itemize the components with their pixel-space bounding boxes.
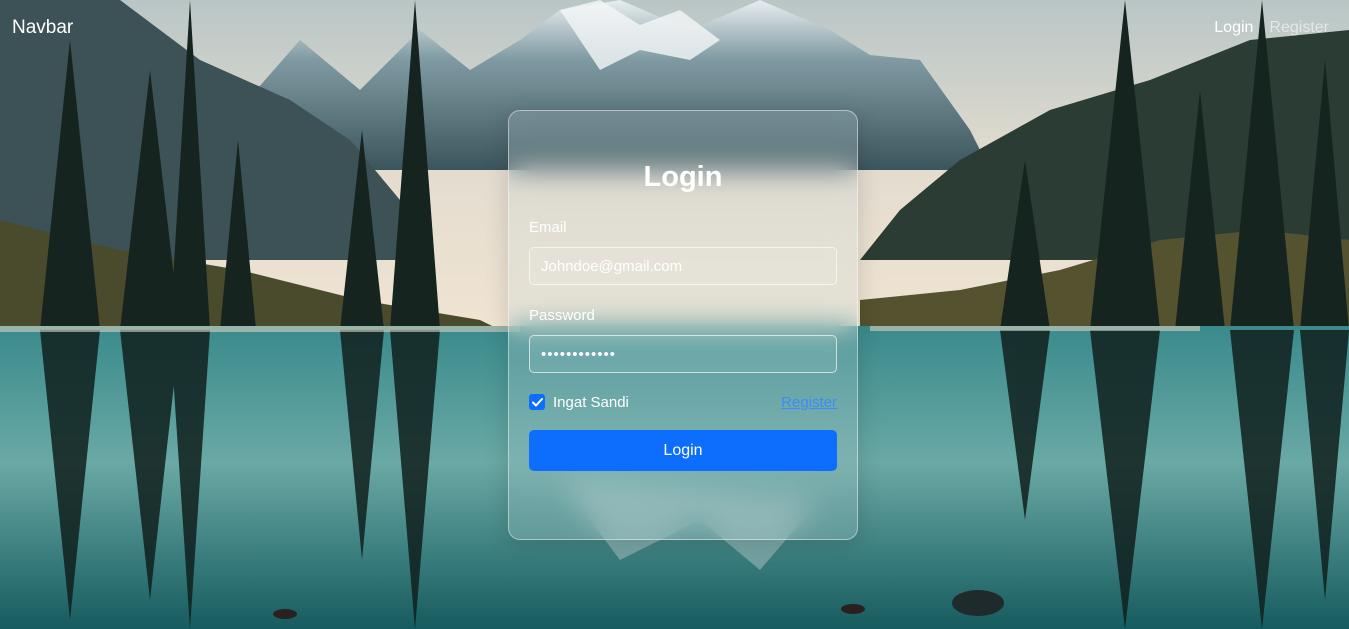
email-field[interactable] bbox=[529, 247, 837, 285]
remember-me[interactable]: Ingat Sandi bbox=[529, 394, 629, 411]
nav-link-register[interactable]: Register bbox=[1269, 19, 1329, 37]
remember-label: Ingat Sandi bbox=[553, 393, 629, 411]
navbar-brand[interactable]: Navbar bbox=[12, 17, 73, 39]
email-label: Email bbox=[529, 219, 567, 236]
nav-link-login[interactable]: Login bbox=[1214, 19, 1253, 37]
options-row: Ingat Sandi Register bbox=[529, 393, 837, 411]
navbar: Navbar Login Register bbox=[0, 0, 1349, 56]
password-label: Password bbox=[529, 307, 595, 324]
login-button[interactable]: Login bbox=[529, 430, 837, 471]
password-field[interactable] bbox=[529, 335, 837, 373]
register-link[interactable]: Register bbox=[781, 394, 837, 411]
remember-checkbox[interactable] bbox=[529, 394, 545, 410]
checkmark-icon bbox=[531, 397, 543, 406]
nav-links: Login Register bbox=[1214, 19, 1329, 37]
login-card: Login Email Password Ingat Sandi Registe… bbox=[508, 110, 858, 540]
login-title: Login bbox=[643, 161, 723, 193]
